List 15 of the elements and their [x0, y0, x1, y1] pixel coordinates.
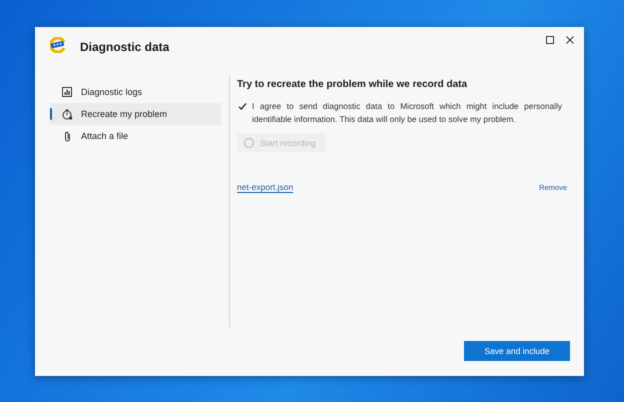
- timer-icon: [62, 108, 72, 120]
- sidebar-item[interactable]: Attach a file: [50, 125, 221, 147]
- app-logo-icon: [50, 36, 66, 52]
- consent-checkbox[interactable]: [237, 101, 247, 111]
- paperclip-icon: [64, 130, 70, 142]
- chart-icon: [62, 87, 72, 97]
- save-button[interactable]: Save and include: [464, 341, 570, 361]
- window-title: Diagnostic data: [80, 40, 170, 54]
- consent-text: I agree to send diagnostic data to Microsoft which might include personally identifiable information. This data will only be used to solve my problem.: [252, 100, 563, 125]
- close-icon[interactable]: [566, 36, 574, 44]
- sidebar-item[interactable]: Recreate my problem: [50, 103, 221, 125]
- file-link[interactable]: net-export.json: [237, 182, 294, 192]
- section-heading: Try to recreate the problem while we record data: [237, 79, 468, 90]
- sidebar-item[interactable]: Diagnostic logs: [50, 81, 221, 103]
- maximize-icon[interactable]: [546, 36, 554, 44]
